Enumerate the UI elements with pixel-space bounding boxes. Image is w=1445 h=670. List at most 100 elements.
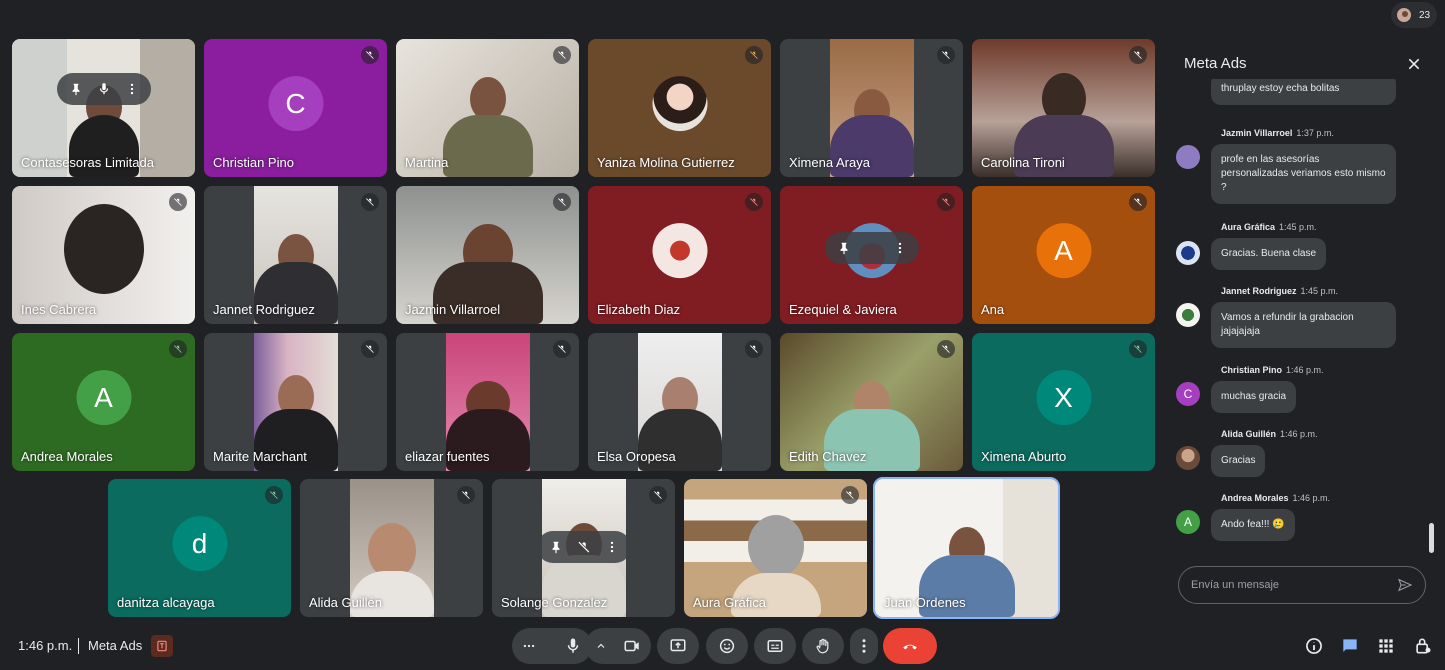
participant-name: Jazmin Villarroel: [405, 302, 501, 317]
muted-mic-icon: [1129, 46, 1147, 64]
muted-mic-icon: [937, 340, 955, 358]
muted-mic-icon: [937, 46, 955, 64]
muted-mic-icon: [361, 46, 379, 64]
video-tile[interactable]: Aura Gráfica: [684, 479, 867, 617]
video-tile[interactable]: C Christian Pino: [204, 39, 387, 177]
video-tile[interactable]: A Andrea Morales: [12, 333, 195, 471]
message-time: 1:45 p.m.: [1300, 286, 1339, 296]
mic-off-icon[interactable]: [577, 540, 591, 554]
author-avatar: [1176, 303, 1200, 327]
more-vert-icon: [862, 639, 866, 653]
present-screen-icon: [670, 639, 686, 652]
message-author: Alida Guillén: [1221, 429, 1277, 439]
participant-avatar-icon: [1395, 6, 1413, 24]
video-tile[interactable]: Jannet Rodriguez: [204, 186, 387, 324]
video-tile[interactable]: Solange Gonzalez: [492, 479, 675, 617]
video-tile[interactable]: Yaniza Molina Gutierrez: [588, 39, 771, 177]
captions-button[interactable]: [754, 628, 796, 664]
leave-call-button[interactable]: [883, 628, 937, 664]
participant-name: Carolina Tironi: [981, 155, 1065, 170]
participant-avatar: X: [1036, 370, 1091, 426]
author-avatar: A: [1176, 510, 1200, 534]
video-tile[interactable]: X Ximena Aburto: [972, 333, 1155, 471]
author-avatar: [1176, 241, 1200, 265]
meeting-details-icon[interactable]: [1304, 636, 1324, 656]
more-options-icon[interactable]: [605, 540, 619, 554]
message-header: Aura Gráfica 1:45 p.m.: [1221, 222, 1317, 232]
video-tile[interactable]: Marite Marchant: [204, 333, 387, 471]
message-text: thruplay estoy echa bolitas: [1211, 79, 1396, 105]
present-screen-button[interactable]: [657, 628, 699, 664]
video-tile[interactable]: Martina: [396, 39, 579, 177]
video-tile[interactable]: d danitza alcayaga: [108, 479, 291, 617]
meeting-title: Meta Ads: [88, 638, 143, 653]
more-options-icon[interactable]: [125, 82, 139, 96]
more-options-icon[interactable]: [893, 241, 907, 255]
message-author: Jannet Rodriguez: [1221, 286, 1297, 296]
participant-name: Alida Guillén: [309, 595, 382, 610]
participant-name: Juan Ordenes: [884, 595, 966, 610]
video-tile[interactable]: Elizabeth Diaz: [588, 186, 771, 324]
pin-icon[interactable]: [549, 540, 563, 554]
chat-input-box[interactable]: [1178, 566, 1426, 604]
emoji-reaction-button[interactable]: [706, 628, 748, 664]
muted-mic-icon: [553, 340, 571, 358]
send-icon[interactable]: [1397, 577, 1413, 593]
chat-scrollbar[interactable]: [1429, 523, 1434, 553]
camera-icon[interactable]: [623, 637, 641, 655]
video-tile[interactable]: A Ana: [972, 186, 1155, 324]
emoji-icon: [719, 638, 735, 654]
participant-name: Contasesoras Limitada: [21, 155, 154, 170]
participant-name: Ana: [981, 302, 1005, 317]
video-tile[interactable]: Elsa Oropesa: [588, 333, 771, 471]
video-tile[interactable]: Ines Cabrera: [12, 186, 195, 324]
participant-avatar: [652, 223, 707, 279]
participant-count: 23: [1419, 9, 1431, 21]
chat-message-input[interactable]: [1191, 579, 1397, 591]
chevron-up-icon[interactable]: [595, 637, 607, 655]
pin-icon[interactable]: [69, 82, 83, 96]
activities-icon[interactable]: [1376, 636, 1396, 656]
video-tile[interactable]: Carolina Tironi: [972, 39, 1155, 177]
message-time: 1:46 p.m.: [1292, 493, 1331, 503]
participant-name: Andrea Morales: [21, 449, 113, 464]
muted-mic-icon: [169, 193, 187, 211]
more-audio-options-icon[interactable]: [522, 637, 536, 655]
muted-mic-icon: [745, 46, 763, 64]
muted-mic-icon: [553, 46, 571, 64]
message-time: 1:45 p.m.: [1279, 222, 1317, 232]
video-tile[interactable]: Edith Chavez: [780, 333, 963, 471]
message-time: 1:46 p.m.: [1286, 365, 1324, 375]
video-tile[interactable]: Alida Guillén: [300, 479, 483, 617]
mic-control-group[interactable]: [512, 628, 592, 664]
video-tile[interactable]: Ezequiel & Javiera: [780, 186, 963, 324]
participant-name: Ximena Aburto: [981, 449, 1067, 464]
participant-avatar: C: [268, 76, 323, 132]
video-tile[interactable]: eliazar fuentes: [396, 333, 579, 471]
video-tile[interactable]: Jazmin Villarroel: [396, 186, 579, 324]
author-avatar: [1176, 446, 1200, 470]
chat-panel: Meta Ads thruplay estoy echa bolitas Jaz…: [1166, 39, 1438, 616]
video-tile-active-speaker[interactable]: Juan Ordenes: [873, 477, 1060, 619]
pin-icon[interactable]: [837, 241, 851, 255]
close-icon[interactable]: [1406, 56, 1422, 72]
muted-mic-icon: [169, 340, 187, 358]
mic-icon[interactable]: [97, 82, 111, 96]
message-text: Gracias. Buena clase: [1211, 238, 1327, 270]
more-options-button[interactable]: [850, 628, 878, 664]
message-header: Jazmin Villarroel 1:37 p.m.: [1221, 128, 1334, 138]
message-time: 1:37 p.m.: [1296, 128, 1334, 138]
mic-icon[interactable]: [564, 637, 582, 655]
message-text: Vamos a refundir la grabacion jajajajaja: [1211, 302, 1396, 348]
host-controls-icon[interactable]: [1413, 636, 1433, 656]
recording-icon[interactable]: [151, 635, 173, 657]
video-tile[interactable]: Contasesoras Limitada: [12, 39, 195, 177]
participants-indicator[interactable]: 23: [1391, 2, 1437, 28]
chat-icon[interactable]: [1340, 636, 1360, 656]
participant-name: Jannet Rodriguez: [213, 302, 315, 317]
camera-control-group[interactable]: [585, 628, 651, 664]
tile-hover-controls: [56, 73, 151, 105]
muted-mic-icon: [937, 193, 955, 211]
raise-hand-button[interactable]: [802, 628, 844, 664]
video-tile[interactable]: Ximena Araya: [780, 39, 963, 177]
